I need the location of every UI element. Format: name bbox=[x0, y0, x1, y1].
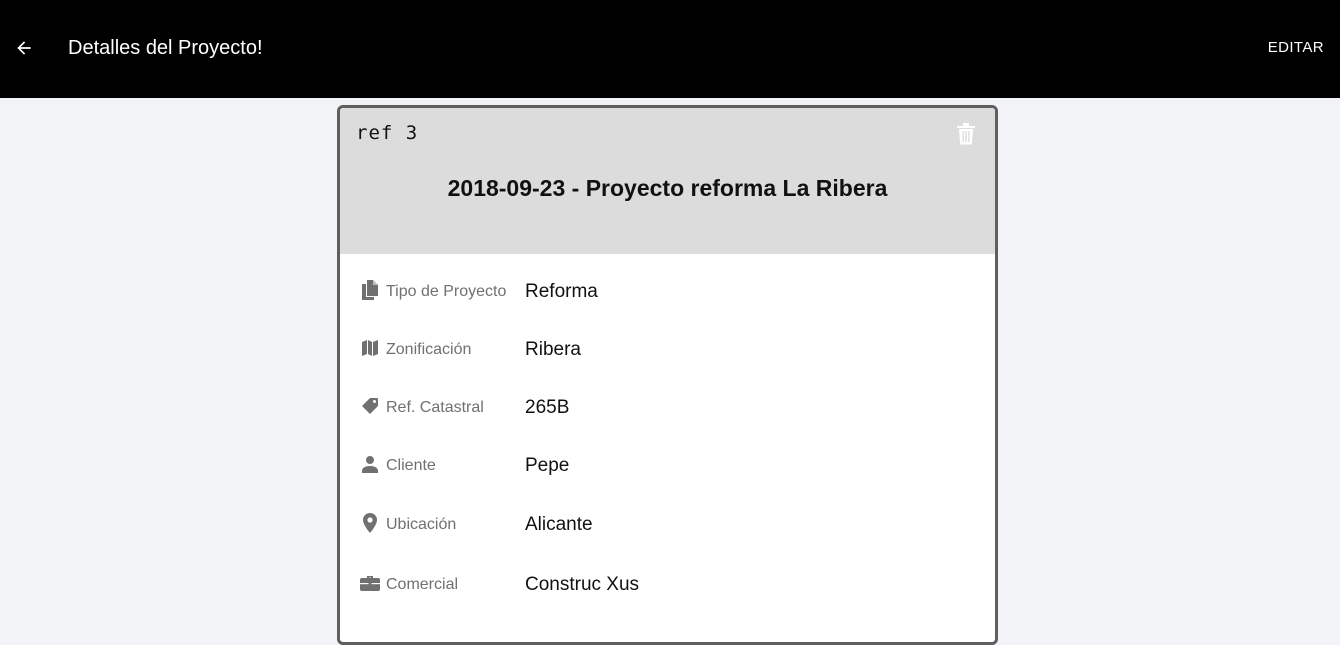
tag-icon bbox=[362, 398, 378, 414]
field-value: Reforma bbox=[525, 281, 598, 302]
project-card: ref 3 2018-09-23 - Proyecto reforma La R… bbox=[337, 105, 998, 645]
arrow-left-icon bbox=[17, 41, 31, 55]
project-title: 2018-09-23 - Proyecto reforma La Ribera bbox=[447, 175, 888, 201]
field-value: Construc Xus bbox=[525, 574, 640, 595]
field-value: Alicante bbox=[525, 514, 593, 535]
field-label: Comercial bbox=[386, 576, 459, 593]
field-label: Cliente bbox=[386, 457, 436, 474]
field-row-zonificacion: Zonificación Ribera bbox=[340, 328, 995, 368]
trash-icon bbox=[957, 123, 975, 145]
card-header: ref 3 2018-09-23 - Proyecto reforma La R… bbox=[340, 108, 995, 254]
field-row-ubicacion: Ubicación Alicante bbox=[340, 503, 995, 543]
app-bar: Detalles del Proyecto! EDITAR bbox=[0, 0, 1340, 98]
field-row-comercial: Comercial Construc Xus bbox=[340, 563, 995, 603]
person-icon bbox=[362, 456, 378, 473]
field-value: Pepe bbox=[525, 455, 570, 476]
field-value: Ribera bbox=[525, 339, 581, 360]
map-icon bbox=[362, 340, 378, 356]
field-label: Zonificación bbox=[386, 341, 472, 358]
briefcase-icon bbox=[360, 576, 380, 591]
delete-button[interactable] bbox=[955, 121, 977, 147]
field-value: 265B bbox=[525, 397, 570, 418]
page-title: Detalles del Proyecto! bbox=[68, 37, 263, 59]
documents-icon bbox=[362, 280, 378, 300]
field-row-cliente: Cliente Pepe bbox=[340, 444, 995, 484]
project-ref: ref 3 bbox=[356, 122, 419, 144]
field-label: Ubicación bbox=[386, 516, 457, 533]
edit-button[interactable]: EDITAR bbox=[1268, 39, 1324, 57]
field-label: Ref. Catastral bbox=[386, 399, 484, 416]
location-pin-icon bbox=[363, 513, 377, 533]
field-row-ref-catastral: Ref. Catastral 265B bbox=[340, 386, 995, 426]
field-label: Tipo de Proyecto bbox=[386, 283, 507, 300]
back-button[interactable] bbox=[8, 32, 40, 64]
field-row-tipo: Tipo de Proyecto Reforma bbox=[340, 270, 995, 310]
